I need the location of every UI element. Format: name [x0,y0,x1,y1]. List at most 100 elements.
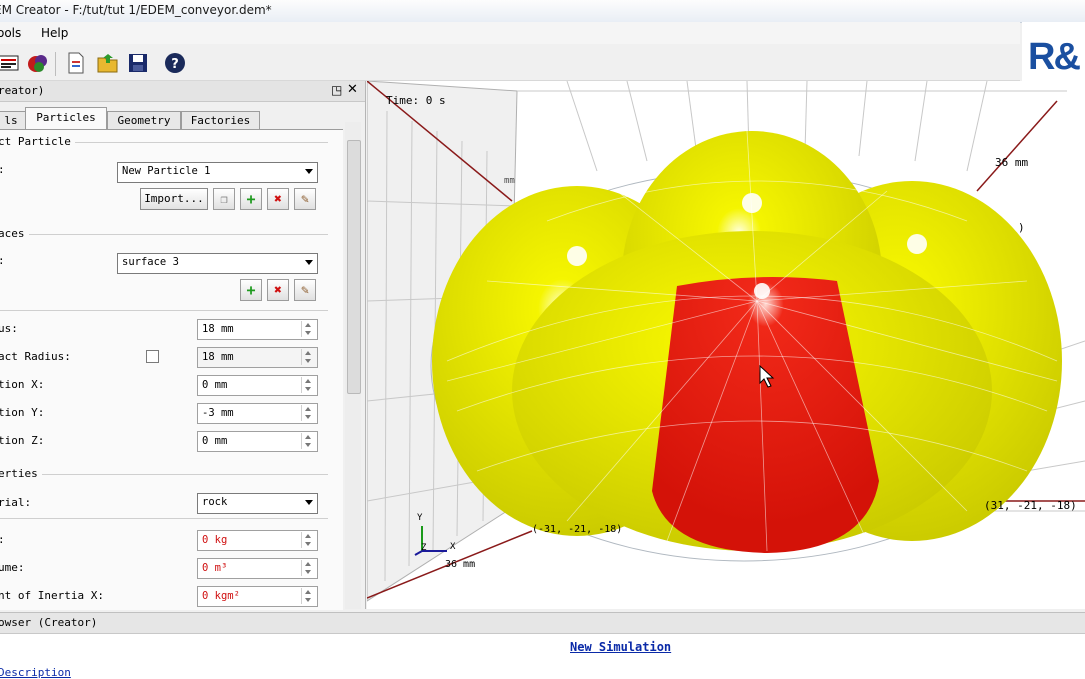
browser-title: owser (Creator) [0,616,98,629]
new-simulation-link[interactable]: New Simulation [570,640,671,654]
delete-surface-icon[interactable]: ✖ [267,279,289,301]
edit-surface-icon[interactable]: ✎ [294,279,316,301]
scrollbar-thumb[interactable] [347,140,361,394]
dimension-unit-label: mm [504,176,515,186]
dimension-label-top: 36 mm [995,156,1029,169]
side-coordinate-mark: ) [1018,221,1025,234]
mass-input[interactable]: 0 kg [197,530,318,551]
panel-scrollbar[interactable] [345,122,361,609]
logo-top-text: R& [1028,36,1081,78]
toolbar-separator [55,52,56,76]
open-folder-icon[interactable] [96,52,118,74]
axis-z-label: Z [421,543,427,553]
position-x-stepper[interactable] [301,377,315,393]
volume-value: 0 m³ [202,562,228,574]
volume-input[interactable]: 0 m³ [197,558,318,579]
position-z-input[interactable]: 0 mm [197,431,318,452]
mass-label: : [0,533,5,546]
position-y-value: -3 mm [202,407,234,419]
particle-select-value: New Particle 1 [122,165,211,177]
window-title: EM Creator - F:/tut/tut 1/EDEM_conveyor.… [0,3,272,17]
inertia-x-stepper[interactable] [301,588,315,604]
contact-radius-checkbox[interactable] [146,350,159,363]
particles-tab-content: ct Particle : New Particle 1 Import... ❐… [0,129,343,610]
panel-title: reator) [0,84,45,97]
inertia-x-label: nt of Inertia X: [0,589,104,602]
surface-label: : [0,254,5,267]
surfaces-group [0,234,328,235]
panel-header: reator) ◳ ✕ [0,81,365,102]
toolbar: ? [0,44,1020,81]
radius-label: us: [0,322,18,335]
volume-stepper[interactable] [301,560,315,576]
tab-materials[interactable]: ls [0,111,26,129]
contact-radius-stepper[interactable] [301,349,315,365]
material-label: rial: [0,496,32,509]
float-panel-icon[interactable]: ◳ [331,83,342,97]
browser-header: owser (Creator) [0,612,1085,634]
radius-value: 18 mm [202,323,234,335]
tab-factories[interactable]: Factories [181,111,260,129]
volume-label: ume: [0,561,25,574]
properties-group-title: erties [0,467,42,480]
add-particle-icon[interactable]: + [240,188,262,210]
help-icon[interactable]: ? [164,52,186,74]
surface-params-divider [0,310,328,311]
inertia-x-input[interactable]: 0 kgm² [197,586,318,607]
new-file-icon[interactable] [65,52,87,74]
creator-panel: reator) ◳ ✕ ls Particles Geometry Factor… [0,81,366,610]
position-z-value: 0 mm [202,435,228,447]
contact-radius-input[interactable]: 18 mm [197,347,318,368]
surface-select[interactable]: surface 3 [117,253,318,274]
close-panel-icon[interactable]: ✕ [347,82,358,97]
delete-particle-icon[interactable]: ✖ [267,188,289,210]
tab-particles[interactable]: Particles [25,107,107,130]
chevron-down-icon [305,169,313,174]
radius-input[interactable]: 18 mm [197,319,318,340]
3d-viewport[interactable]: Time: 0 s 36 mm mm ) (31, -21, -18) (-31… [367,81,1085,609]
tab-geometry[interactable]: Geometry [107,111,181,129]
import-button[interactable]: Import... [140,188,208,210]
particle-label: : [0,163,5,176]
particle-select[interactable]: New Particle 1 [117,162,318,183]
menu-tools[interactable]: ools [0,26,21,40]
position-y-input[interactable]: -3 mm [197,403,318,424]
particle-mesh[interactable] [430,130,1062,562]
select-particle-group-title: ct Particle [0,135,75,148]
edit-particle-icon[interactable]: ✎ [294,188,316,210]
axis-y-label: Y [417,513,423,523]
material-select[interactable]: rock [197,493,318,514]
properties-group [0,474,328,475]
add-surface-icon[interactable]: + [240,279,262,301]
surfaces-group-title: aces [0,227,29,240]
position-y-stepper[interactable] [301,405,315,421]
position-x-input[interactable]: 0 mm [197,375,318,396]
viewport-scene [367,81,1085,602]
mass-value: 0 kg [202,534,228,546]
material-select-value: rock [202,496,228,508]
radius-stepper[interactable] [301,321,315,337]
description-link[interactable]: Description [0,666,71,679]
dimension-label-bottom: 36 mm [445,559,476,570]
chevron-down-icon [305,260,313,265]
properties-divider [0,518,328,519]
mass-stepper[interactable] [301,532,315,548]
position-z-stepper[interactable] [301,433,315,449]
title-bar: EM Creator - F:/tut/tut 1/EDEM_conveyor.… [0,0,1085,23]
menu-help[interactable]: Help [41,26,68,40]
position-y-label: tion Y: [0,406,45,419]
save-icon[interactable] [127,52,149,74]
corner-coordinate-right: (31, -21, -18) [984,499,1077,512]
surface-select-value: surface 3 [122,256,179,268]
contact-radius-label: act Radius: [0,350,71,363]
menu-bar: ools Help [0,22,1020,44]
position-x-label: tion X: [0,378,45,391]
svg-text:?: ? [171,57,179,72]
position-z-label: tion Z: [0,434,45,447]
copy-particle-icon[interactable]: ❐ [213,188,235,210]
inertia-x-value: 0 kgm² [202,590,240,602]
list-icon[interactable] [0,52,20,74]
simulation-time: Time: 0 s [386,94,446,107]
render-icon[interactable] [27,52,49,74]
simulation-browser: owser (Creator) New Simulation Descripti… [0,612,1085,679]
